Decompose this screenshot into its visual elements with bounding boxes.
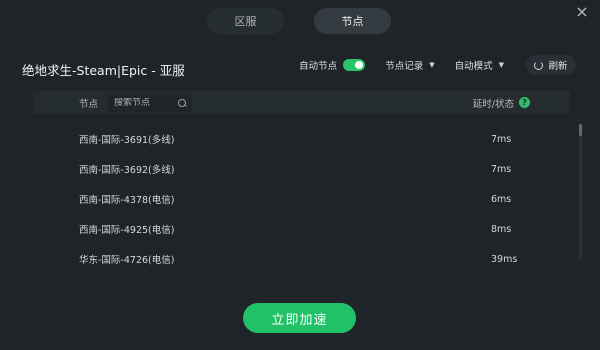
top-tabs: 区服 节点 (207, 8, 391, 34)
node-row[interactable]: 西南-国际-3691(多线) 7ms (33, 124, 570, 154)
node-latency: 7ms (491, 163, 512, 175)
caret-down-icon: ▼ (498, 61, 504, 69)
refresh-icon (534, 60, 544, 70)
accelerate-button[interactable]: 立即加速 (243, 303, 356, 333)
refresh-button[interactable]: 刷新 (526, 55, 576, 75)
help-icon[interactable]: ? (519, 97, 530, 108)
node-latency: 39ms (491, 253, 518, 265)
node-name: 西南-国际-3692(多线) (79, 165, 175, 176)
tab-node[interactable]: 节点 (314, 8, 391, 34)
auto-node-label: 自动节点 (299, 61, 338, 72)
node-record-label: 节点记录 (385, 61, 424, 72)
node-controls: 自动节点 节点记录 ▼ 自动模式 ▼ 刷新 (299, 55, 576, 75)
node-latency: 7ms (491, 133, 512, 145)
latency-column-header: 延时/状态 ? (473, 96, 530, 110)
node-row[interactable]: 西南-国际-4925(电信) 8ms (33, 214, 570, 244)
close-icon[interactable]: × (574, 4, 590, 20)
tab-region[interactable]: 区服 (207, 8, 284, 34)
node-row[interactable]: 华东-国际-4726(电信) 39ms (33, 244, 570, 274)
node-table-header: 节点 延时/状态 ? (33, 91, 570, 114)
toggle-switch[interactable] (343, 59, 366, 71)
node-name: 华东-国际-4726(电信) (79, 255, 175, 266)
node-row[interactable]: 西南-国际-3692(多线) 7ms (33, 154, 570, 184)
latency-header-label: 延时/状态 (472, 98, 514, 110)
app-window: 区服 节点 × 绝地求生-Steam|Epic - 亚服 自动节点 节点记录 ▼… (0, 0, 600, 350)
node-name: 西南-国际-4925(电信) (79, 225, 175, 236)
search-node-box[interactable] (108, 93, 193, 112)
node-column-header: 节点 (79, 98, 99, 110)
search-input[interactable] (114, 97, 179, 108)
refresh-label: 刷新 (548, 61, 568, 72)
auto-mode-dropdown[interactable]: 自动模式 ▼ (455, 58, 504, 72)
node-latency: 6ms (491, 193, 512, 205)
node-latency: 8ms (491, 223, 512, 235)
node-record-dropdown[interactable]: 节点记录 ▼ (385, 58, 434, 72)
node-name: 西南-国际-3691(多线) (79, 135, 175, 146)
scrollbar[interactable] (579, 124, 582, 260)
node-row[interactable]: 西南-国际-4378(电信) 6ms (33, 184, 570, 214)
search-icon[interactable] (178, 98, 187, 107)
auto-mode-label: 自动模式 (454, 61, 493, 72)
caret-down-icon: ▼ (429, 61, 435, 69)
auto-node-toggle[interactable]: 自动节点 (299, 58, 366, 72)
game-title: 绝地求生-Steam|Epic - 亚服 (22, 63, 185, 78)
scrollbar-thumb[interactable] (579, 124, 582, 136)
node-list: 西南-国际-3691(多线) 7ms 西南-国际-3692(多线) 7ms 西南… (33, 124, 570, 274)
node-name: 西南-国际-4378(电信) (79, 195, 175, 206)
